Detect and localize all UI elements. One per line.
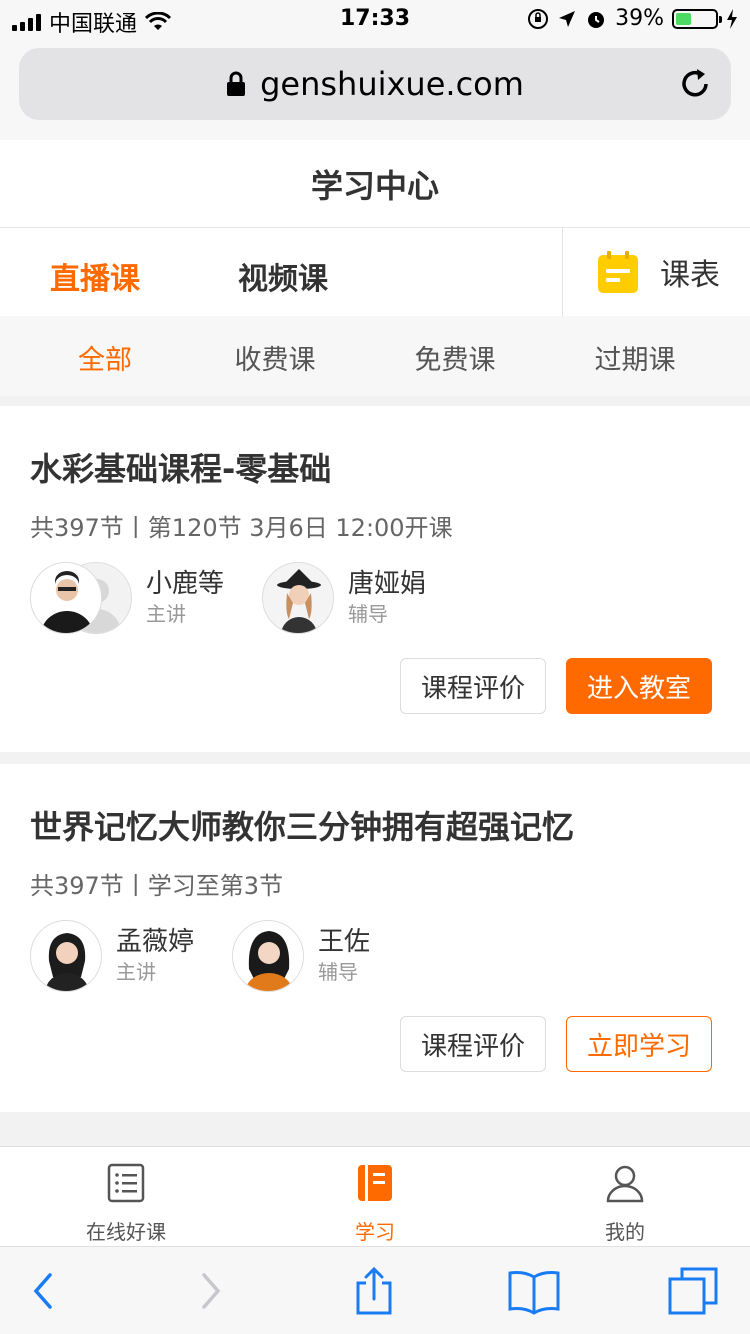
nav-profile[interactable]: 我的 (550, 1163, 700, 1245)
course-meta: 共397节丨学习至第3节 (30, 872, 284, 900)
teacher-tutor: 唐娅娟 辅导 (262, 562, 426, 634)
course-title[interactable]: 世界记忆大师教你三分钟拥有超强记忆 (30, 802, 574, 848)
back-icon[interactable] (16, 1265, 72, 1317)
teacher-lead: 孟薇婷 主讲 (30, 920, 194, 992)
url-bar[interactable]: genshuixue.com (19, 48, 731, 120)
filter-free[interactable]: 免费课 (390, 338, 520, 377)
tab-divider (562, 228, 563, 316)
page-title: 学习中心 (0, 140, 750, 228)
browser-url-area: genshuixue.com (0, 40, 750, 140)
teacher-name: 唐娅娟 (348, 569, 427, 599)
filter-paid[interactable]: 收费课 (210, 338, 340, 377)
calendar-icon (598, 251, 638, 293)
course-card: 水彩基础课程-零基础 共397节丨第120节 3月6日 12:00开课 小鹿等 … (0, 406, 750, 752)
location-icon (559, 10, 576, 27)
filter-row: 全部 收费课 免费课 过期课 (0, 316, 750, 396)
status-bar: 中国联通 17:33 39% (0, 0, 750, 40)
bookmarks-icon[interactable] (506, 1265, 562, 1317)
start-learning-button[interactable]: 立即学习 (566, 1016, 712, 1072)
book-icon (358, 1165, 392, 1201)
teacher-role: 辅导 (348, 602, 388, 626)
filter-expired[interactable]: 过期课 (570, 338, 700, 377)
teacher-role: 主讲 (116, 960, 156, 984)
filter-all[interactable]: 全部 (40, 338, 170, 377)
avatar-stack (30, 562, 132, 634)
forward-icon[interactable] (182, 1265, 238, 1317)
person-icon (606, 1165, 644, 1203)
tab-live[interactable]: 直播课 (50, 254, 140, 298)
teacher-info: 唐娅娟 辅导 (348, 568, 426, 628)
nav-label: 我的 (605, 1220, 645, 1244)
teacher-info: 孟薇婷 主讲 (116, 926, 194, 986)
bottom-nav: 在线好课 学习 我的 (0, 1146, 750, 1246)
browser-toolbar (0, 1246, 750, 1334)
teacher-role: 主讲 (146, 602, 186, 626)
tab-video[interactable]: 视频课 (238, 254, 328, 298)
course-review-button[interactable]: 课程评价 (400, 1016, 546, 1072)
nav-label: 在线好课 (86, 1220, 166, 1244)
nav-label: 学习 (355, 1220, 395, 1244)
teacher-name: 小鹿等 (146, 569, 225, 599)
teacher-info: 小鹿等 主讲 (146, 568, 224, 628)
orientation-lock-icon (528, 8, 549, 29)
nav-online-courses[interactable]: 在线好课 (51, 1163, 201, 1245)
course-review-button[interactable]: 课程评价 (400, 658, 546, 714)
nav-study[interactable]: 学习 (300, 1163, 450, 1245)
course-type-tabs: 直播课 视频课 课表 (0, 228, 750, 316)
course-card: 世界记忆大师教你三分钟拥有超强记忆 共397节丨学习至第3节 孟薇婷 主讲 王佐… (0, 764, 750, 1112)
teacher-info: 王佐 辅导 (318, 926, 370, 986)
battery-icon (672, 8, 722, 29)
avatar (262, 562, 334, 634)
enter-classroom-button[interactable]: 进入教室 (566, 658, 712, 714)
url-text: genshuixue.com (260, 65, 524, 103)
status-right: 39% (527, 6, 738, 31)
avatar (30, 562, 102, 634)
list-icon (107, 1163, 145, 1203)
teacher-tutor: 王佐 辅导 (232, 920, 370, 992)
reload-icon[interactable] (677, 66, 713, 102)
teacher-name: 王佐 (318, 927, 371, 957)
tabs-icon[interactable] (666, 1265, 722, 1317)
lock-icon (227, 71, 246, 96)
alarm-icon (588, 11, 605, 28)
course-meta: 共397节丨第120节 3月6日 12:00开课 (30, 514, 453, 542)
avatar (30, 920, 102, 992)
teacher-lead: 小鹿等 主讲 (30, 562, 224, 634)
charging-icon (727, 8, 737, 29)
course-title[interactable]: 水彩基础课程-零基础 (30, 444, 331, 490)
battery-percent: 39% (615, 6, 664, 31)
teacher-name: 孟薇婷 (116, 927, 195, 957)
battery-fill (676, 12, 691, 25)
share-icon[interactable] (346, 1265, 402, 1317)
schedule-button[interactable]: 课表 (598, 250, 720, 294)
schedule-label: 课表 (660, 258, 720, 293)
teacher-role: 辅导 (318, 960, 358, 984)
avatar (232, 920, 304, 992)
